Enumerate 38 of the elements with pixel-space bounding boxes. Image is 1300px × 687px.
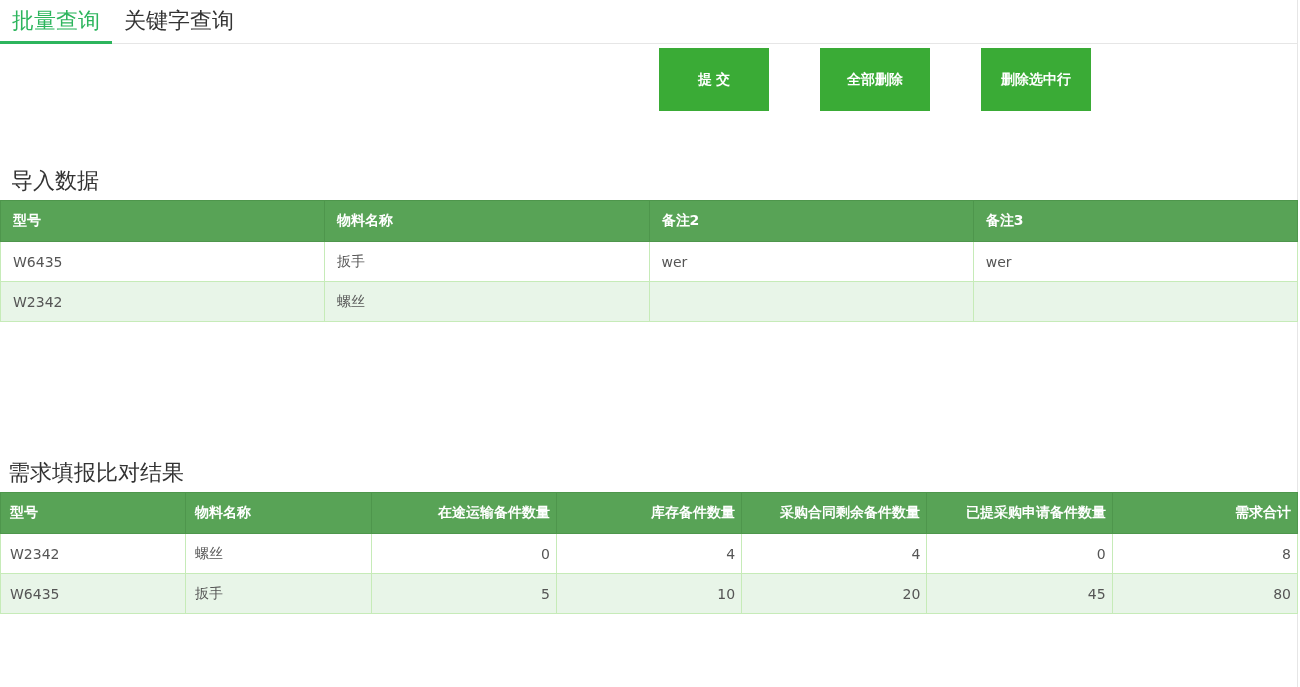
action-button[interactable]: 删除选中行 bbox=[981, 48, 1091, 111]
column-header: 备注2 bbox=[649, 200, 974, 242]
table-cell: 20 bbox=[902, 585, 921, 602]
table-cell: 45 bbox=[1087, 585, 1106, 602]
column-header: 物料名称 bbox=[324, 200, 649, 242]
table-cell: W2342 bbox=[10, 545, 60, 562]
action-button[interactable]: 全部删除 bbox=[820, 48, 930, 111]
table-cell: 4 bbox=[911, 545, 921, 562]
table-cell: 4 bbox=[726, 545, 736, 562]
table-cell: W6435 bbox=[13, 253, 63, 270]
column-header: 型号 bbox=[0, 200, 325, 242]
table-cell: 0 bbox=[540, 545, 550, 562]
table-cell: 5 bbox=[540, 585, 550, 602]
table-cell: wer bbox=[985, 253, 1012, 270]
section-title: 需求填报比对结果 bbox=[7, 459, 185, 487]
table-cell: W2342 bbox=[13, 293, 63, 310]
column-header: 型号 bbox=[0, 492, 186, 534]
table-cell: 80 bbox=[1273, 585, 1291, 602]
table-cell: 扳手 bbox=[195, 584, 224, 601]
section-title: 导入数据 bbox=[10, 167, 100, 195]
table-cell: 扳手 bbox=[337, 252, 366, 269]
column-header: 物料名称 bbox=[185, 492, 372, 534]
column-header: 在途运输备件数量 bbox=[371, 492, 557, 534]
table-cell: W6435 bbox=[10, 585, 60, 602]
column-header: 需求合计 bbox=[1112, 492, 1298, 534]
table-cell: 8 bbox=[1282, 545, 1291, 562]
column-header: 库存备件数量 bbox=[556, 492, 742, 534]
table-cell: 螺丝 bbox=[195, 544, 224, 561]
tab[interactable]: 关键字查询 bbox=[112, 0, 246, 44]
table-cell: 螺丝 bbox=[337, 292, 366, 309]
table-cell: 0 bbox=[1096, 545, 1106, 562]
column-header: 备注3 bbox=[973, 200, 1298, 242]
action-button[interactable]: 提 交 bbox=[659, 48, 769, 111]
tab[interactable]: 批量查询 bbox=[0, 0, 112, 44]
table-cell: 10 bbox=[717, 585, 736, 602]
column-header: 采购合同剩余备件数量 bbox=[741, 492, 927, 534]
table-cell: wer bbox=[661, 253, 688, 270]
column-header: 已提采购申请备件数量 bbox=[926, 492, 1113, 534]
